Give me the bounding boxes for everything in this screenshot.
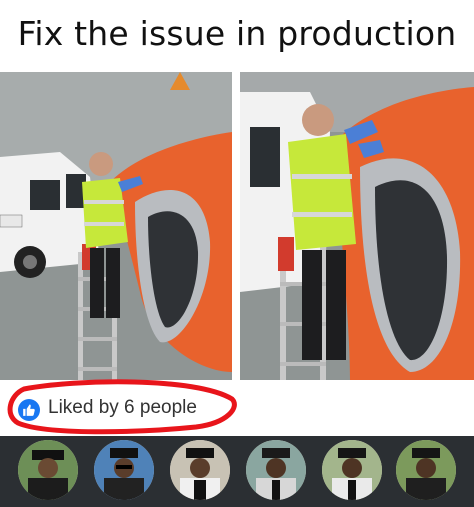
avatar-1[interactable]: [18, 440, 78, 500]
avatar-5[interactable]: [322, 440, 382, 500]
avatar-6[interactable]: [396, 440, 456, 500]
thumbs-up-icon: [18, 399, 40, 421]
photo-right: [240, 72, 474, 380]
liked-by-text[interactable]: Liked by 6 people: [48, 397, 197, 419]
avatar-3[interactable]: [170, 440, 230, 500]
likes-bar: Liked by 6 people: [0, 386, 474, 432]
avatar-4[interactable]: [246, 440, 306, 500]
avatar-2[interactable]: [94, 440, 154, 500]
liker-avatars-row: [0, 436, 474, 507]
photo-left: [0, 72, 232, 380]
meme-caption: Fix the issue in production: [17, 14, 457, 53]
